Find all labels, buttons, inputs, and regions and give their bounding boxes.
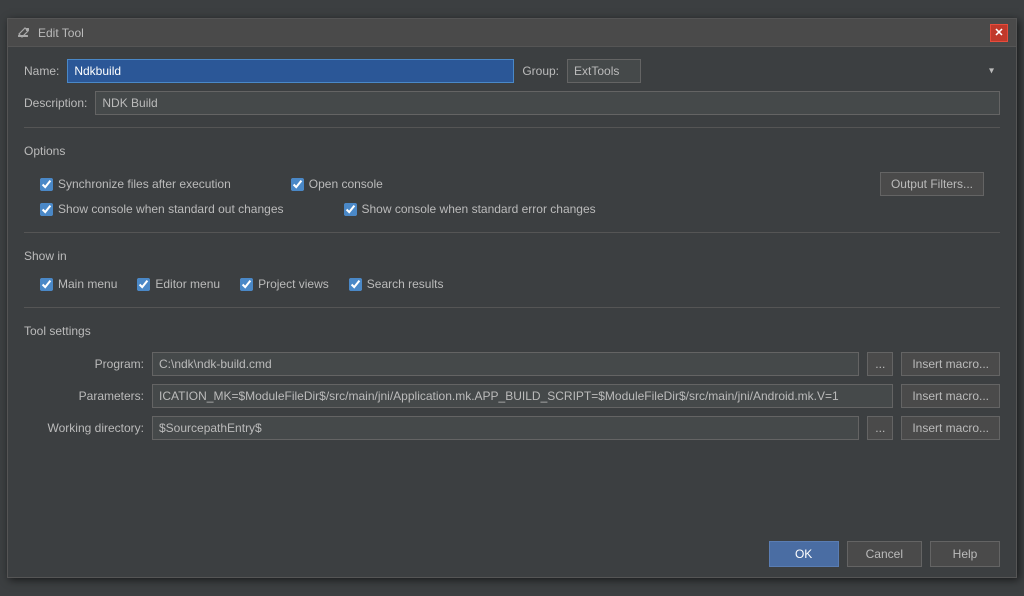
show-console-out-input[interactable] bbox=[40, 203, 53, 216]
options-row-1: Synchronize files after execution Open c… bbox=[40, 172, 984, 196]
program-row: Program: ... Insert macro... bbox=[24, 352, 1000, 376]
project-views-input[interactable] bbox=[240, 278, 253, 291]
search-results-input[interactable] bbox=[349, 278, 362, 291]
working-dir-ellipsis-button[interactable]: ... bbox=[867, 416, 893, 440]
dialog-title: Edit Tool bbox=[38, 26, 84, 40]
group-select[interactable]: ExtTools bbox=[567, 59, 641, 83]
name-group-row: Name: Group: ExtTools bbox=[24, 59, 1000, 83]
group-select-wrapper: ExtTools bbox=[567, 59, 1000, 83]
working-dir-macro-button[interactable]: Insert macro... bbox=[901, 416, 1000, 440]
dialog-icon bbox=[16, 25, 32, 41]
description-row: Description: bbox=[24, 91, 1000, 115]
options-section-label: Options bbox=[24, 144, 1000, 158]
help-button[interactable]: Help bbox=[930, 541, 1000, 567]
close-button[interactable]: ✕ bbox=[990, 24, 1008, 42]
show-in-row: Main menu Editor menu Project views Sear… bbox=[24, 273, 1000, 295]
editor-menu-label: Editor menu bbox=[155, 277, 220, 291]
tool-settings-section-label: Tool settings bbox=[24, 324, 1000, 338]
working-dir-input[interactable] bbox=[152, 416, 859, 440]
name-input[interactable] bbox=[67, 59, 514, 83]
program-label: Program: bbox=[24, 357, 144, 371]
show-in-section-label: Show in bbox=[24, 249, 1000, 263]
program-ellipsis-button[interactable]: ... bbox=[867, 352, 893, 376]
main-menu-label: Main menu bbox=[58, 277, 117, 291]
tool-settings: Program: ... Insert macro... Parameters:… bbox=[24, 348, 1000, 444]
main-menu-checkbox[interactable]: Main menu bbox=[40, 277, 117, 291]
name-label: Name: bbox=[24, 64, 59, 78]
project-views-label: Project views bbox=[258, 277, 329, 291]
edit-tool-dialog: Edit Tool ✕ Name: Group: ExtTools Descri… bbox=[7, 18, 1017, 578]
ok-button[interactable]: OK bbox=[769, 541, 839, 567]
title-bar-left: Edit Tool bbox=[16, 25, 84, 41]
description-input[interactable] bbox=[95, 91, 1000, 115]
show-console-out-label: Show console when standard out changes bbox=[58, 202, 284, 216]
main-menu-input[interactable] bbox=[40, 278, 53, 291]
open-console-label: Open console bbox=[309, 177, 383, 191]
open-console-input[interactable] bbox=[291, 178, 304, 191]
show-console-err-checkbox[interactable]: Show console when standard error changes bbox=[344, 202, 596, 216]
project-views-checkbox[interactable]: Project views bbox=[240, 277, 329, 291]
program-input[interactable] bbox=[152, 352, 859, 376]
editor-menu-input[interactable] bbox=[137, 278, 150, 291]
description-label: Description: bbox=[24, 96, 87, 110]
options-row-2: Show console when standard out changes S… bbox=[40, 202, 984, 216]
open-console-checkbox[interactable]: Open console bbox=[291, 177, 383, 191]
search-results-checkbox[interactable]: Search results bbox=[349, 277, 444, 291]
program-macro-button[interactable]: Insert macro... bbox=[901, 352, 1000, 376]
sync-files-label: Synchronize files after execution bbox=[58, 177, 231, 191]
working-dir-label: Working directory: bbox=[24, 421, 144, 435]
show-console-err-label: Show console when standard error changes bbox=[362, 202, 596, 216]
search-results-label: Search results bbox=[367, 277, 444, 291]
group-label: Group: bbox=[522, 64, 559, 78]
sync-files-checkbox[interactable]: Synchronize files after execution bbox=[40, 177, 231, 191]
output-filters-button[interactable]: Output Filters... bbox=[880, 172, 984, 196]
editor-menu-checkbox[interactable]: Editor menu bbox=[137, 277, 220, 291]
show-console-out-checkbox[interactable]: Show console when standard out changes bbox=[40, 202, 284, 216]
dialog-footer: OK Cancel Help bbox=[8, 531, 1016, 577]
options-grid: Synchronize files after execution Open c… bbox=[24, 168, 1000, 220]
show-console-err-input[interactable] bbox=[344, 203, 357, 216]
dialog-content: Name: Group: ExtTools Description: Optio… bbox=[8, 47, 1016, 531]
parameters-input[interactable] bbox=[152, 384, 893, 408]
parameters-row: Parameters: Insert macro... bbox=[24, 384, 1000, 408]
title-bar: Edit Tool ✕ bbox=[8, 19, 1016, 47]
parameters-macro-button[interactable]: Insert macro... bbox=[901, 384, 1000, 408]
working-dir-row: Working directory: ... Insert macro... bbox=[24, 416, 1000, 440]
sync-files-input[interactable] bbox=[40, 178, 53, 191]
parameters-label: Parameters: bbox=[24, 389, 144, 403]
cancel-button[interactable]: Cancel bbox=[847, 541, 922, 567]
